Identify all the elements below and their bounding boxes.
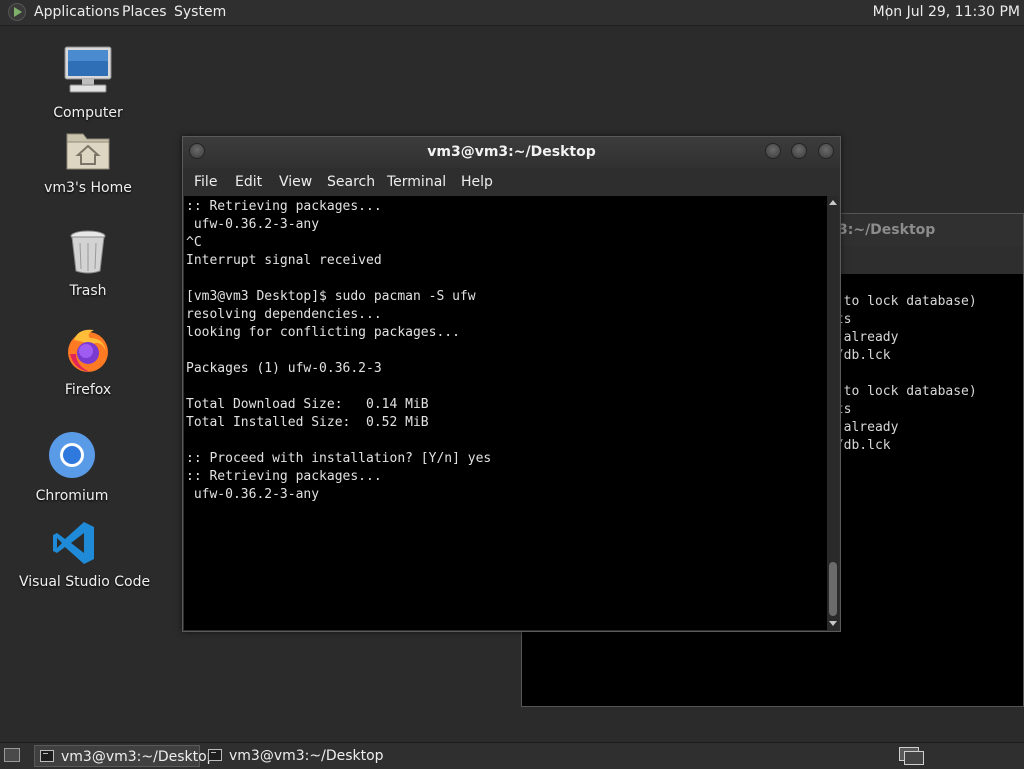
show-desktop-icon[interactable] — [4, 748, 20, 762]
desktop-icon-firefox[interactable]: Firefox — [33, 326, 143, 398]
terminal-icon — [208, 749, 222, 761]
home-folder-icon — [66, 133, 110, 170]
terminal-window[interactable]: vm3@vm3:~/Desktop File Edit View Search … — [182, 136, 841, 632]
window-menu-icon[interactable] — [189, 143, 205, 159]
menu-terminal[interactable]: Terminal — [387, 168, 446, 196]
chromium-icon — [49, 432, 95, 478]
desktop-icon-label: Visual Studio Code — [19, 574, 151, 590]
window-titlebar[interactable]: vm3@vm3:~/Desktop — [183, 137, 840, 168]
terminal-icon — [40, 750, 54, 762]
computer-icon — [64, 46, 112, 93]
scroll-up-icon[interactable] — [829, 200, 837, 205]
menu-logo-icon[interactable] — [8, 3, 26, 21]
menu-file[interactable]: File — [194, 168, 217, 196]
applications-menu[interactable]: Applications — [34, 0, 120, 25]
firefox-icon — [68, 329, 108, 372]
desktop-icon-label: Chromium — [35, 488, 109, 504]
menu-help[interactable]: Help — [461, 168, 493, 196]
desktop-icon-label: Firefox — [64, 382, 112, 398]
taskbar-item-label: vm3@vm3:~/Desktop — [61, 749, 216, 765]
trash-icon — [70, 230, 106, 274]
bottom-panel: vm3@vm3:~/Desktop vm3@vm3:~/Desktop — [0, 742, 1024, 769]
desktop-icon-label: Trash — [69, 283, 107, 299]
window-title: vm3@vm3:~/Desktop — [427, 144, 596, 160]
desktop-icon-label: Computer — [53, 105, 123, 121]
taskbar-item-terminal-1[interactable]: vm3@vm3:~/Desktop — [34, 745, 216, 767]
workspace-switcher-icon[interactable] — [899, 747, 925, 765]
menu-edit[interactable]: Edit — [235, 168, 262, 196]
clock[interactable]: Mon Jul 29, 11:30 PM — [873, 0, 1020, 25]
close-icon[interactable] — [818, 143, 834, 159]
taskbar-item-label: vm3@vm3:~/Desktop — [229, 748, 384, 764]
vscode-icon — [53, 522, 94, 564]
top-panel: Applications Places System Mon Jul 29, 1… — [0, 0, 1024, 26]
workspace-2[interactable] — [904, 751, 924, 765]
desktop-icon-computer[interactable]: Computer — [33, 45, 143, 121]
desktop-icon-home[interactable]: vm3's Home — [33, 128, 143, 196]
desktop-icon-trash[interactable]: Trash — [33, 229, 143, 299]
desktop-icon-chromium[interactable]: Chromium — [17, 430, 127, 504]
system-menu[interactable]: System — [174, 0, 226, 25]
maximize-icon[interactable] — [791, 143, 807, 159]
menu-search[interactable]: Search — [327, 168, 375, 196]
places-menu[interactable]: Places — [122, 0, 167, 25]
terminal-scrollbar[interactable] — [827, 196, 839, 630]
terminal-area[interactable]: :: Retrieving packages... ufw-0.36.2-3-a… — [184, 196, 827, 630]
desktop-icon-vscode[interactable]: Visual Studio Code — [19, 520, 151, 590]
minimize-icon[interactable] — [765, 143, 781, 159]
menu-view[interactable]: View — [279, 168, 312, 196]
taskbar-item-terminal-2[interactable]: vm3@vm3:~/Desktop — [203, 745, 384, 767]
desktop-icon-label: vm3's Home — [44, 180, 132, 196]
terminal-menubar: File Edit View Search Terminal Help — [183, 168, 840, 196]
scroll-down-icon[interactable] — [829, 621, 837, 626]
terminal-output: :: Retrieving packages... ufw-0.36.2-3-a… — [186, 199, 492, 502]
scrollbar-thumb[interactable] — [829, 562, 837, 616]
